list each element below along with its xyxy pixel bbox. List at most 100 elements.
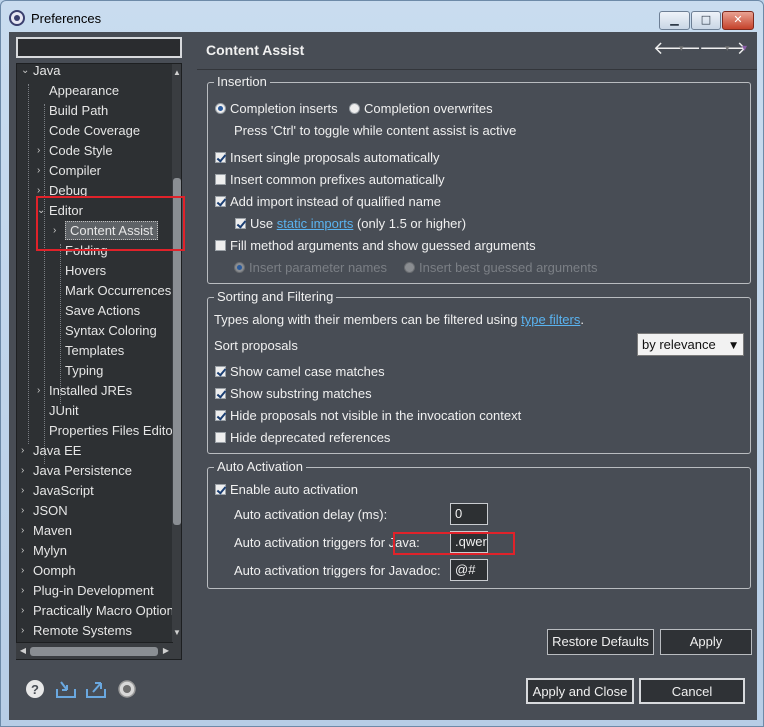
expand-arrow-icon[interactable]: › xyxy=(37,161,47,181)
tree-item[interactable]: › Oomph xyxy=(21,561,76,581)
sort-proposals-select[interactable]: by relevance ▼ xyxy=(637,333,744,356)
tree-item[interactable]: JUnit xyxy=(39,401,79,421)
expand-arrow-icon[interactable]: › xyxy=(21,561,31,581)
radio-indicator[interactable] xyxy=(234,262,245,273)
completion-overwrites-radio[interactable]: Completion overwrites xyxy=(349,101,493,117)
tree-item[interactable]: Build Path xyxy=(39,101,108,121)
filter-input[interactable] xyxy=(16,37,182,58)
back-arrow-icon[interactable]: 🡐 xyxy=(653,38,701,59)
checkbox-indicator[interactable] xyxy=(215,152,226,163)
expand-arrow-icon[interactable]: › xyxy=(21,461,31,481)
scroll-thumb-horizontal[interactable] xyxy=(30,647,158,656)
checkbox-indicator[interactable] xyxy=(215,366,226,377)
fill-arguments-checkbox[interactable]: Fill method arguments and show guessed a… xyxy=(215,238,536,254)
scroll-right-arrow[interactable]: ▶ xyxy=(161,644,171,658)
tree-item[interactable]: › Remote Systems xyxy=(21,621,132,641)
close-window-button[interactable]: ✕ xyxy=(722,11,754,30)
radio-indicator[interactable] xyxy=(349,103,360,114)
view-menu-icon[interactable]: ▾ xyxy=(742,43,747,54)
apply-button[interactable]: Apply xyxy=(660,629,752,655)
tree-item[interactable]: › Plug-in Development xyxy=(21,581,154,601)
tree-item[interactable]: › JavaScript xyxy=(21,481,94,501)
apply-and-close-button[interactable]: Apply and Close xyxy=(526,678,634,704)
tree-item[interactable]: › Compiler xyxy=(37,161,101,181)
tree-item[interactable]: › Maven xyxy=(21,521,72,541)
javadoc-triggers-input[interactable]: @# xyxy=(450,559,488,581)
export-icon[interactable] xyxy=(85,679,107,702)
maximize-button[interactable]: □ xyxy=(691,11,721,30)
checkbox-indicator[interactable] xyxy=(235,218,246,229)
tree-item[interactable]: Appearance xyxy=(39,81,119,101)
substring-checkbox[interactable]: Show substring matches xyxy=(215,386,372,402)
oomph-record-icon[interactable] xyxy=(117,679,137,702)
expand-arrow-icon[interactable]: › xyxy=(21,441,31,461)
checkbox-indicator[interactable] xyxy=(215,432,226,443)
scroll-up-arrow[interactable]: ▲ xyxy=(172,66,181,80)
forward-history-caret-icon[interactable]: ▾ xyxy=(725,44,730,54)
tree-item[interactable]: ⌄ Java xyxy=(21,64,60,81)
radio-indicator[interactable] xyxy=(404,262,415,273)
collapse-arrow-icon[interactable]: ⌄ xyxy=(21,64,31,81)
expand-arrow-icon[interactable]: › xyxy=(21,521,31,541)
expand-arrow-icon[interactable]: › xyxy=(21,501,31,521)
checkbox-indicator[interactable] xyxy=(215,484,226,495)
expand-arrow-icon[interactable]: › xyxy=(21,541,31,561)
radio-indicator[interactable] xyxy=(215,103,226,114)
tree-item[interactable]: › Practically Macro Options xyxy=(21,601,180,621)
tree-item[interactable]: Properties Files Editor xyxy=(39,421,177,441)
static-imports-link[interactable]: static imports xyxy=(277,216,354,231)
expand-arrow-icon[interactable]: › xyxy=(21,481,31,501)
expand-arrow-icon[interactable]: › xyxy=(21,621,31,641)
use-static-imports-checkbox[interactable]: Use static imports (only 1.5 or higher) xyxy=(235,216,466,232)
checkbox-indicator[interactable] xyxy=(215,174,226,185)
import-icon[interactable] xyxy=(55,679,77,702)
tree-item[interactable]: Mark Occurrences xyxy=(55,281,171,301)
forward-arrow-icon[interactable]: 🡒 xyxy=(699,38,747,59)
type-filters-link[interactable]: type filters xyxy=(521,312,580,327)
hide-deprecated-checkbox[interactable]: Hide deprecated references xyxy=(215,430,390,446)
enable-auto-activation-checkbox[interactable]: Enable auto activation xyxy=(215,482,358,498)
restore-defaults-button[interactable]: Restore Defaults xyxy=(547,629,654,655)
insert-best-guessed-radio[interactable]: Insert best guessed arguments xyxy=(404,260,598,276)
expand-arrow-icon[interactable]: › xyxy=(37,381,47,401)
camel-case-checkbox[interactable]: Show camel case matches xyxy=(215,364,385,380)
tree-item[interactable]: Code Coverage xyxy=(39,121,140,141)
add-import-checkbox[interactable]: Add import instead of qualified name xyxy=(215,194,441,210)
expand-arrow-icon[interactable]: › xyxy=(21,601,31,621)
tree-item[interactable]: › Mylyn xyxy=(21,541,67,561)
minimize-button[interactable]: ▁ xyxy=(659,11,690,30)
tree-item[interactable]: Hovers xyxy=(55,261,106,281)
tree-item[interactable]: › Java EE xyxy=(21,441,81,461)
tree-item[interactable]: Typing xyxy=(55,361,103,381)
tree-item[interactable]: › Code Style xyxy=(37,141,113,161)
cancel-button[interactable]: Cancel xyxy=(639,678,745,704)
checkbox-indicator[interactable] xyxy=(215,388,226,399)
tree-vertical-scrollbar[interactable]: ▲ ▼ xyxy=(172,64,181,659)
completion-inserts-radio[interactable]: Completion inserts xyxy=(215,101,338,117)
hide-invisible-checkbox[interactable]: Hide proposals not visible in the invoca… xyxy=(215,408,521,424)
expand-arrow-icon[interactable]: › xyxy=(37,141,47,161)
tree-item[interactable]: Save Actions xyxy=(55,301,140,321)
preference-tree[interactable]: ⌄ Java Appearance Build Path Code Coverage › C… xyxy=(16,63,182,660)
checkbox-indicator[interactable] xyxy=(215,240,226,251)
help-icon[interactable]: ? xyxy=(25,679,45,702)
tree-item[interactable]: › Installed JREs xyxy=(37,381,132,401)
delay-input[interactable]: 0 xyxy=(450,503,488,525)
back-history-caret-icon[interactable]: ▾ xyxy=(679,44,684,54)
insert-parameter-names-radio[interactable]: Insert parameter names xyxy=(234,260,387,276)
highlight-box-content-assist xyxy=(36,196,185,251)
expand-arrow-icon[interactable]: › xyxy=(21,581,31,601)
checkbox-indicator[interactable] xyxy=(215,410,226,421)
scroll-left-arrow[interactable]: ◀ xyxy=(18,644,28,658)
checkbox-indicator[interactable] xyxy=(215,196,226,207)
tree-item[interactable]: › Java Persistence xyxy=(21,461,132,481)
insert-common-checkbox[interactable]: Insert common prefixes automatically xyxy=(215,172,445,188)
scroll-down-arrow[interactable]: ▼ xyxy=(172,626,181,640)
tree-item[interactable]: Syntax Coloring xyxy=(55,321,157,341)
hide-deprecated-label: Hide deprecated references xyxy=(230,430,391,445)
title-bar[interactable]: Preferences ▁ □ ✕ xyxy=(1,1,763,33)
tree-item[interactable]: Templates xyxy=(55,341,124,361)
insert-single-checkbox[interactable]: Insert single proposals automatically xyxy=(215,150,440,166)
tree-horizontal-scrollbar[interactable]: ◀ ▶ xyxy=(16,642,173,659)
tree-item[interactable]: › JSON xyxy=(21,501,68,521)
